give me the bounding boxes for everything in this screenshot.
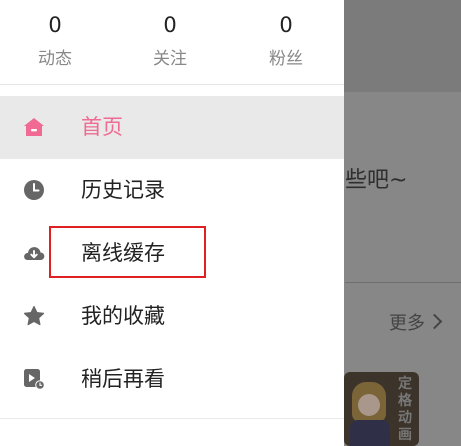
stat-following[interactable]: 0 关注 <box>120 12 220 71</box>
more-label: 更多 <box>389 313 425 334</box>
stat-value: 0 <box>279 13 293 37</box>
stat-value: 0 <box>48 13 62 37</box>
menu-item-label: 我的收藏 <box>81 304 165 328</box>
background-divider <box>345 282 461 283</box>
side-drawer: 0 动态 0 关注 0 粉丝 首页 历史记录 离线缓存 我的收藏 稍后再看 <box>0 0 344 446</box>
menu-item-label: 稍后再看 <box>81 367 165 391</box>
menu-item-label: 首页 <box>81 115 123 139</box>
chevron-right-icon <box>426 313 443 330</box>
menu-item-home[interactable]: 首页 <box>0 96 344 159</box>
watch-later-icon <box>24 369 45 390</box>
menu-item-history[interactable]: 历史记录 <box>0 159 344 222</box>
clock-icon <box>24 180 44 200</box>
stat-label: 粉丝 <box>269 49 303 69</box>
thumbnail-text: 定格动画 <box>398 376 412 443</box>
stat-label: 动态 <box>38 49 72 69</box>
stat-value: 0 <box>163 13 177 37</box>
menu-item-label: 历史记录 <box>81 178 165 202</box>
home-icon <box>24 118 44 136</box>
star-icon <box>23 305 45 326</box>
menu-item-favorites[interactable]: 我的收藏 <box>0 285 344 348</box>
menu-divider <box>0 418 344 419</box>
stat-followers[interactable]: 0 粉丝 <box>236 12 336 71</box>
stat-dynamics[interactable]: 0 动态 <box>5 12 105 71</box>
background-text: 些吧~ <box>345 168 408 193</box>
highlight-box <box>49 226 206 278</box>
user-stats: 0 动态 0 关注 0 粉丝 <box>0 0 344 85</box>
video-thumbnail[interactable]: 定格动画 <box>344 372 419 446</box>
more-link[interactable]: 更多 <box>389 309 443 335</box>
menu-item-watch-later[interactable]: 稍后再看 <box>0 348 344 411</box>
cloud-download-icon <box>24 247 45 260</box>
stat-label: 关注 <box>153 49 187 69</box>
